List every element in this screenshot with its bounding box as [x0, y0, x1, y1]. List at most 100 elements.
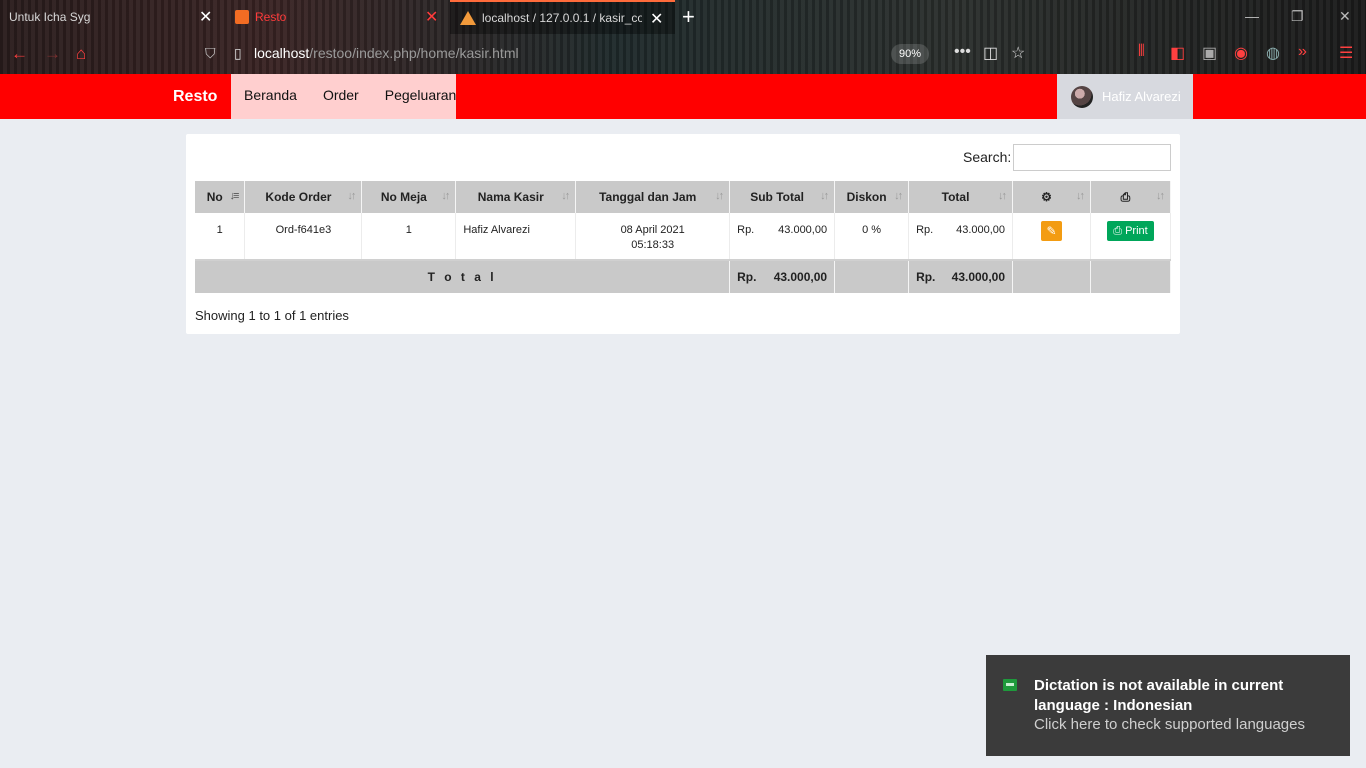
col-nama-kasir[interactable]: Nama Kasir ↓↑	[455, 181, 577, 213]
currency-label: Rp.	[916, 224, 934, 236]
user-menu[interactable]: Hafiz Alvarezi	[1057, 74, 1193, 119]
sort-icon: ↓↑	[347, 190, 356, 202]
printer-icon: ⎙	[1113, 225, 1126, 237]
url-path: /restoo/index.php/home/kasir.html	[309, 45, 519, 61]
cell-action: ✎	[1012, 213, 1091, 260]
cell-tanggal-jam: 08 April 2021 05:18:33	[575, 213, 731, 260]
print-label: Print	[1125, 225, 1148, 237]
footer-total-label: T o t a l	[195, 260, 731, 293]
toast-link[interactable]: Click here to check supported languages	[1034, 716, 1305, 733]
back-icon[interactable]: ←	[11, 44, 28, 64]
close-icon[interactable]: ✕	[425, 7, 438, 27]
browser-tab-1[interactable]: Untuk Icha Syg ✕	[0, 0, 225, 34]
pocket-icon[interactable]: ◫	[983, 43, 998, 63]
sort-icon: ↓↑	[1156, 190, 1165, 202]
toast-title: Dictation is not available in current la…	[1034, 677, 1284, 714]
overflow-icon[interactable]: »	[1298, 43, 1307, 61]
new-tab-icon[interactable]: +	[682, 4, 695, 30]
avatar	[1071, 85, 1093, 108]
col-no-meja[interactable]: No Meja ↓↑	[361, 181, 457, 213]
close-icon[interactable]: ✕	[650, 9, 663, 29]
phpmyadmin-icon	[460, 11, 476, 25]
keyboard-icon	[1003, 679, 1017, 691]
col-sub-total[interactable]: Sub Total ↓↑	[729, 181, 836, 213]
sort-icon: ↓↑	[441, 190, 450, 202]
table-footer-row: T o t a l Rp. 43.000,00 Rp. 43.000,00	[195, 260, 1172, 293]
url-bar[interactable]: ⛉ ▯ localhost/restoo/index.php/home/kasi…	[196, 40, 936, 68]
pencil-icon: ✎	[1046, 224, 1057, 238]
edit-button[interactable]: ✎	[1041, 221, 1062, 241]
browser-chrome: Untuk Icha Syg ✕ Resto ✕ localhost / 127…	[0, 0, 1366, 74]
tab-label: Resto	[255, 10, 287, 24]
column-header-label: Sub Total	[750, 190, 804, 204]
column-header-label: Nama Kasir	[477, 190, 544, 204]
printer-icon: ⎙	[1120, 189, 1131, 204]
minimize-icon[interactable]: —	[1245, 8, 1259, 24]
cell-tanggal: 08 April 2021	[620, 224, 685, 236]
column-header-label: No	[206, 190, 223, 204]
col-diskon[interactable]: Diskon ↓↑	[834, 181, 910, 213]
col-print[interactable]: ⎙ ↓↑	[1090, 181, 1172, 213]
cell-print: ⎙ Print	[1090, 213, 1172, 260]
cursor-extension-icon[interactable]: ◍	[1266, 43, 1280, 63]
sort-icon: ↓↑	[1075, 190, 1085, 202]
user-name: Hafiz Alvarezi	[1102, 89, 1181, 104]
shield-icon[interactable]: ⛉	[205, 45, 216, 62]
url-host: localhost	[254, 45, 310, 61]
column-header-label: Kode Order	[265, 190, 332, 204]
tab-label: Untuk Icha Syg	[9, 10, 91, 24]
currency-label: Rp.	[737, 270, 757, 284]
cell-nama-kasir: Hafiz Alvarezi	[455, 213, 577, 260]
currency-label: Rp.	[737, 224, 755, 236]
home-icon[interactable]: ⌂	[76, 44, 86, 64]
table-header-row: No ↓≡ Kode Order ↓↑ No Meja ↓↑ Nama Kasir ↓↑…	[195, 181, 1172, 213]
footer-empty	[1012, 260, 1091, 293]
library-icon[interactable]: ⫴	[1138, 43, 1145, 61]
amount: 43.000,00	[956, 224, 1006, 236]
menu-item-order[interactable]: Order	[310, 74, 372, 119]
sort-icon: ↓↑	[998, 190, 1007, 202]
cell-no: 1	[195, 213, 246, 260]
column-header-label: Tanggal dan Jam	[599, 190, 697, 204]
col-action[interactable]: ⚙ ↓↑	[1012, 181, 1091, 213]
search-input[interactable]	[1013, 144, 1171, 171]
browser-tab-2[interactable]: Resto ✕	[225, 0, 450, 34]
extension-icon[interactable]: ▣	[1202, 43, 1217, 63]
more-icon[interactable]: •••	[954, 43, 971, 61]
brand-logo[interactable]: Resto	[173, 74, 217, 119]
cell-no-meja: 1	[361, 213, 457, 260]
window-close-icon[interactable]: ✕	[1339, 8, 1351, 25]
cell-diskon: 0 %	[834, 213, 910, 260]
col-kode-order[interactable]: Kode Order ↓↑	[244, 181, 363, 213]
sort-asc-icon: ↓≡	[229, 190, 240, 202]
col-tanggal-jam[interactable]: Tanggal dan Jam ↓↑	[575, 181, 731, 213]
menu-item-beranda[interactable]: Beranda	[231, 74, 310, 119]
print-button[interactable]: ⎙ Print	[1107, 221, 1154, 241]
url-text[interactable]: localhost/restoo/index.php/home/kasir.ht…	[254, 45, 519, 61]
xampp-icon	[235, 10, 249, 24]
footer-total: Rp. 43.000,00	[908, 260, 1014, 293]
hamburger-menu-icon[interactable]: ☰	[1339, 43, 1353, 63]
sidebar-icon[interactable]: ◧	[1170, 43, 1185, 63]
zoom-level[interactable]: 90%	[891, 44, 930, 64]
restore-icon[interactable]: ❐	[1291, 8, 1304, 25]
close-icon[interactable]: ✕	[199, 7, 212, 27]
browser-tab-3[interactable]: localhost / 127.0.0.1 / kasir_cof ✕	[450, 0, 675, 34]
column-header-label: Total	[941, 190, 970, 204]
account-icon[interactable]: ◉	[1234, 43, 1248, 63]
col-total[interactable]: Total ↓↑	[908, 181, 1014, 213]
tab-label: localhost / 127.0.0.1 / kasir_cof	[482, 11, 642, 25]
gear-icon: ⚙	[1041, 190, 1052, 204]
forward-icon[interactable]: →	[44, 44, 61, 64]
page-icon[interactable]: ▯	[234, 45, 242, 62]
cell-jam: 05:18:33	[631, 239, 675, 251]
sort-icon: ↓↑	[894, 190, 903, 202]
dictation-toast[interactable]: Dictation is not available in current la…	[986, 655, 1350, 756]
table-info: Showing 1 to 1 of 1 entries	[195, 308, 349, 323]
menu-item-pegeluaran[interactable]: Pegeluaran	[372, 74, 470, 119]
navigation-toolbar: ← → ⌂ ⛉ ▯ localhost/restoo/index.php/hom…	[0, 34, 1366, 74]
sort-icon: ↓↑	[715, 190, 724, 202]
cell-total: Rp. 43.000,00	[908, 213, 1014, 260]
col-no[interactable]: No ↓≡	[195, 181, 246, 213]
bookmark-star-icon[interactable]: ☆	[1011, 43, 1025, 63]
